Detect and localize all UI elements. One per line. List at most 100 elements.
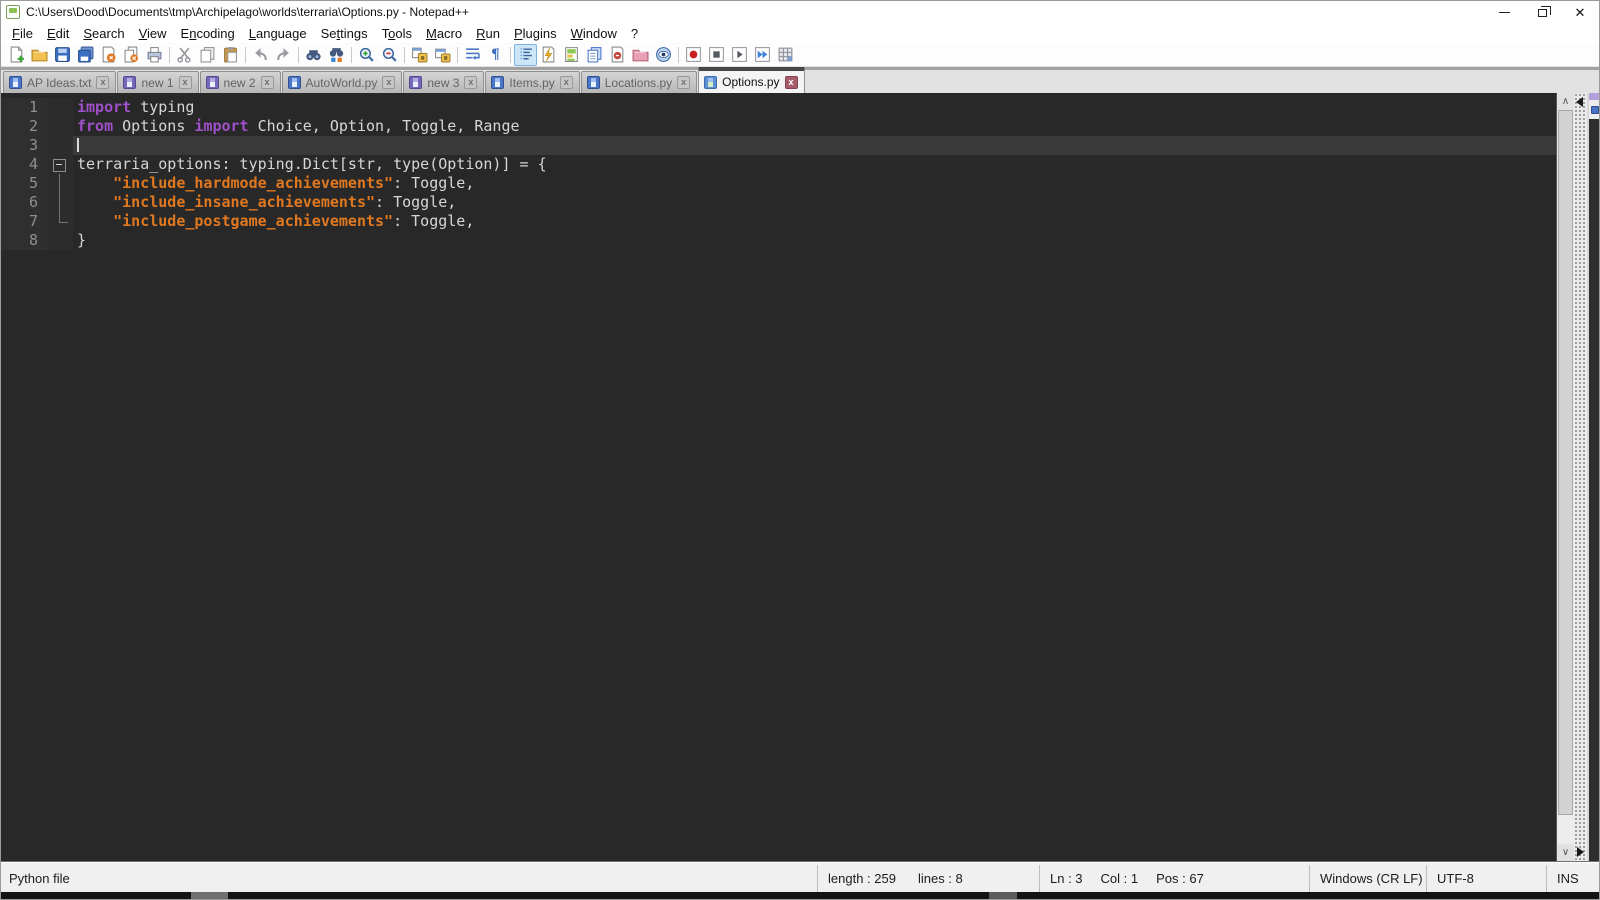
minimize-button[interactable] [1485,1,1523,23]
plugin-button[interactable] [606,44,629,66]
word-wrap-button[interactable] [461,44,484,66]
document-map-button[interactable] [560,44,583,66]
sync-vertical-scroll-button[interactable] [408,44,431,66]
zoom-out-button[interactable] [378,44,401,66]
monitoring-button[interactable] [652,44,675,66]
status-insert-mode[interactable]: INS [1546,865,1599,892]
tab-new-2[interactable]: new 2 x [199,71,281,93]
scroll-down-icon[interactable]: ∨ [1557,844,1574,861]
menu-tools[interactable]: Tools [375,25,419,42]
record-macro-button[interactable] [682,44,705,66]
close-button[interactable]: ✕ [1561,1,1599,23]
undo-button[interactable] [249,44,272,66]
scrollbar-thumb[interactable] [1558,110,1573,815]
open-file-button[interactable] [28,44,51,66]
tab-new-3[interactable]: new 3 x [403,71,485,93]
docked-panel-tab[interactable] [1589,100,1599,119]
menu-help[interactable]: ? [624,25,645,42]
tab-autoworld[interactable]: AutoWorld.py x [281,71,403,93]
collapse-right-icon[interactable] [1577,847,1584,857]
status-length: length : 259 [828,871,896,886]
status-lines: lines : 8 [917,871,963,886]
run-macro-multiple-button[interactable] [751,44,774,66]
print-icon [147,47,162,63]
menu-macro[interactable]: Macro [419,25,469,42]
tab-close-icon[interactable]: x [784,75,798,89]
save-file-button[interactable] [51,44,74,66]
toolbar-separator [298,46,299,63]
tab-ap-ideas[interactable]: AP Ideas.txt x [3,71,117,93]
toolbar-separator [457,46,458,63]
show-indent-guide-button[interactable] [514,43,537,66]
menu-plugins[interactable]: Plugins [507,25,564,42]
save-recorded-macro-icon [778,47,793,62]
function-list-button[interactable] [537,44,560,66]
scrollbar-track[interactable] [1557,110,1574,844]
redo-button[interactable] [272,44,295,66]
new-file-button[interactable] [5,44,28,66]
stop-macro-button[interactable] [705,44,728,66]
replace-button[interactable] [325,44,348,66]
save-recorded-macro-button[interactable] [774,44,797,66]
menu-run[interactable]: Run [469,25,507,42]
tab-close-icon[interactable]: x [260,76,274,89]
save-all-button[interactable] [74,44,97,66]
tab-label: Items.py [509,75,555,90]
tab-close-icon[interactable]: x [677,76,691,89]
tab-close-icon[interactable]: x [96,76,110,89]
code-editor[interactable]: 1 import typing 2 from Options import Choi… [1,93,1556,861]
tab-items[interactable]: Items.py x [485,71,580,93]
status-line: Ln : 3 [1050,871,1083,886]
fold-collapse-icon[interactable] [47,155,73,174]
copy-button[interactable] [196,44,219,66]
scroll-up-icon[interactable]: ∧ [1557,93,1574,110]
close-all-button[interactable] [120,44,143,66]
status-eol-format[interactable]: Windows (CR LF) [1309,865,1426,892]
line-number: 3 [1,136,47,155]
print-button[interactable] [143,44,166,66]
document-list-button[interactable] [583,44,606,66]
tab-bar: AP Ideas.txt x new 1 x new 2 x AutoWorld… [1,67,1599,93]
menu-window[interactable]: Window [564,25,624,42]
menu-file[interactable]: File [5,25,40,42]
code-line-current: 3 [1,136,1556,155]
play-macro-button[interactable] [728,44,751,66]
toolbar-separator [510,46,511,63]
close-file-icon [102,46,116,63]
toolbar-separator [678,46,679,63]
menu-view[interactable]: View [132,25,174,42]
menu-edit[interactable]: Edit [40,25,76,42]
restore-button[interactable] [1523,1,1561,23]
panel-splitter[interactable] [1574,93,1587,861]
tab-new-1[interactable]: new 1 x [117,71,199,93]
zoom-out-icon [382,47,397,62]
tab-close-icon[interactable]: x [464,76,478,89]
open-folder-icon [31,49,48,62]
tab-close-icon[interactable]: x [178,76,192,89]
file-state-icon [409,76,423,89]
line-number: 4 [1,155,47,174]
zoom-in-button[interactable] [355,44,378,66]
tab-locations[interactable]: Locations.py x [580,71,698,93]
show-all-characters-button[interactable]: ¶ [484,44,507,66]
vertical-scrollbar[interactable]: ∧ ∨ [1556,93,1574,861]
menu-search[interactable]: Search [76,25,131,42]
menu-encoding[interactable]: Encoding [174,25,242,42]
paste-button[interactable] [219,44,242,66]
collapse-left-icon[interactable] [1576,97,1583,107]
close-file-button[interactable] [97,44,120,66]
tab-close-icon[interactable]: x [382,76,396,89]
toolbar-separator [169,46,170,63]
stop-macro-icon [709,47,724,62]
find-button[interactable] [302,44,325,66]
title-bar: C:\Users\Dood\Documents\tmp\Archipelago\… [1,1,1599,23]
sync-horizontal-scroll-button[interactable] [431,44,454,66]
tab-options-active[interactable]: Options.py x [698,67,805,93]
status-encoding[interactable]: UTF-8 [1426,865,1546,892]
menu-language[interactable]: Language [242,25,314,42]
folder-as-workspace-button[interactable] [629,44,652,66]
tab-close-icon[interactable]: x [559,76,573,89]
file-state-icon [123,76,137,89]
menu-settings[interactable]: Settings [314,25,375,42]
cut-button[interactable] [173,44,196,66]
